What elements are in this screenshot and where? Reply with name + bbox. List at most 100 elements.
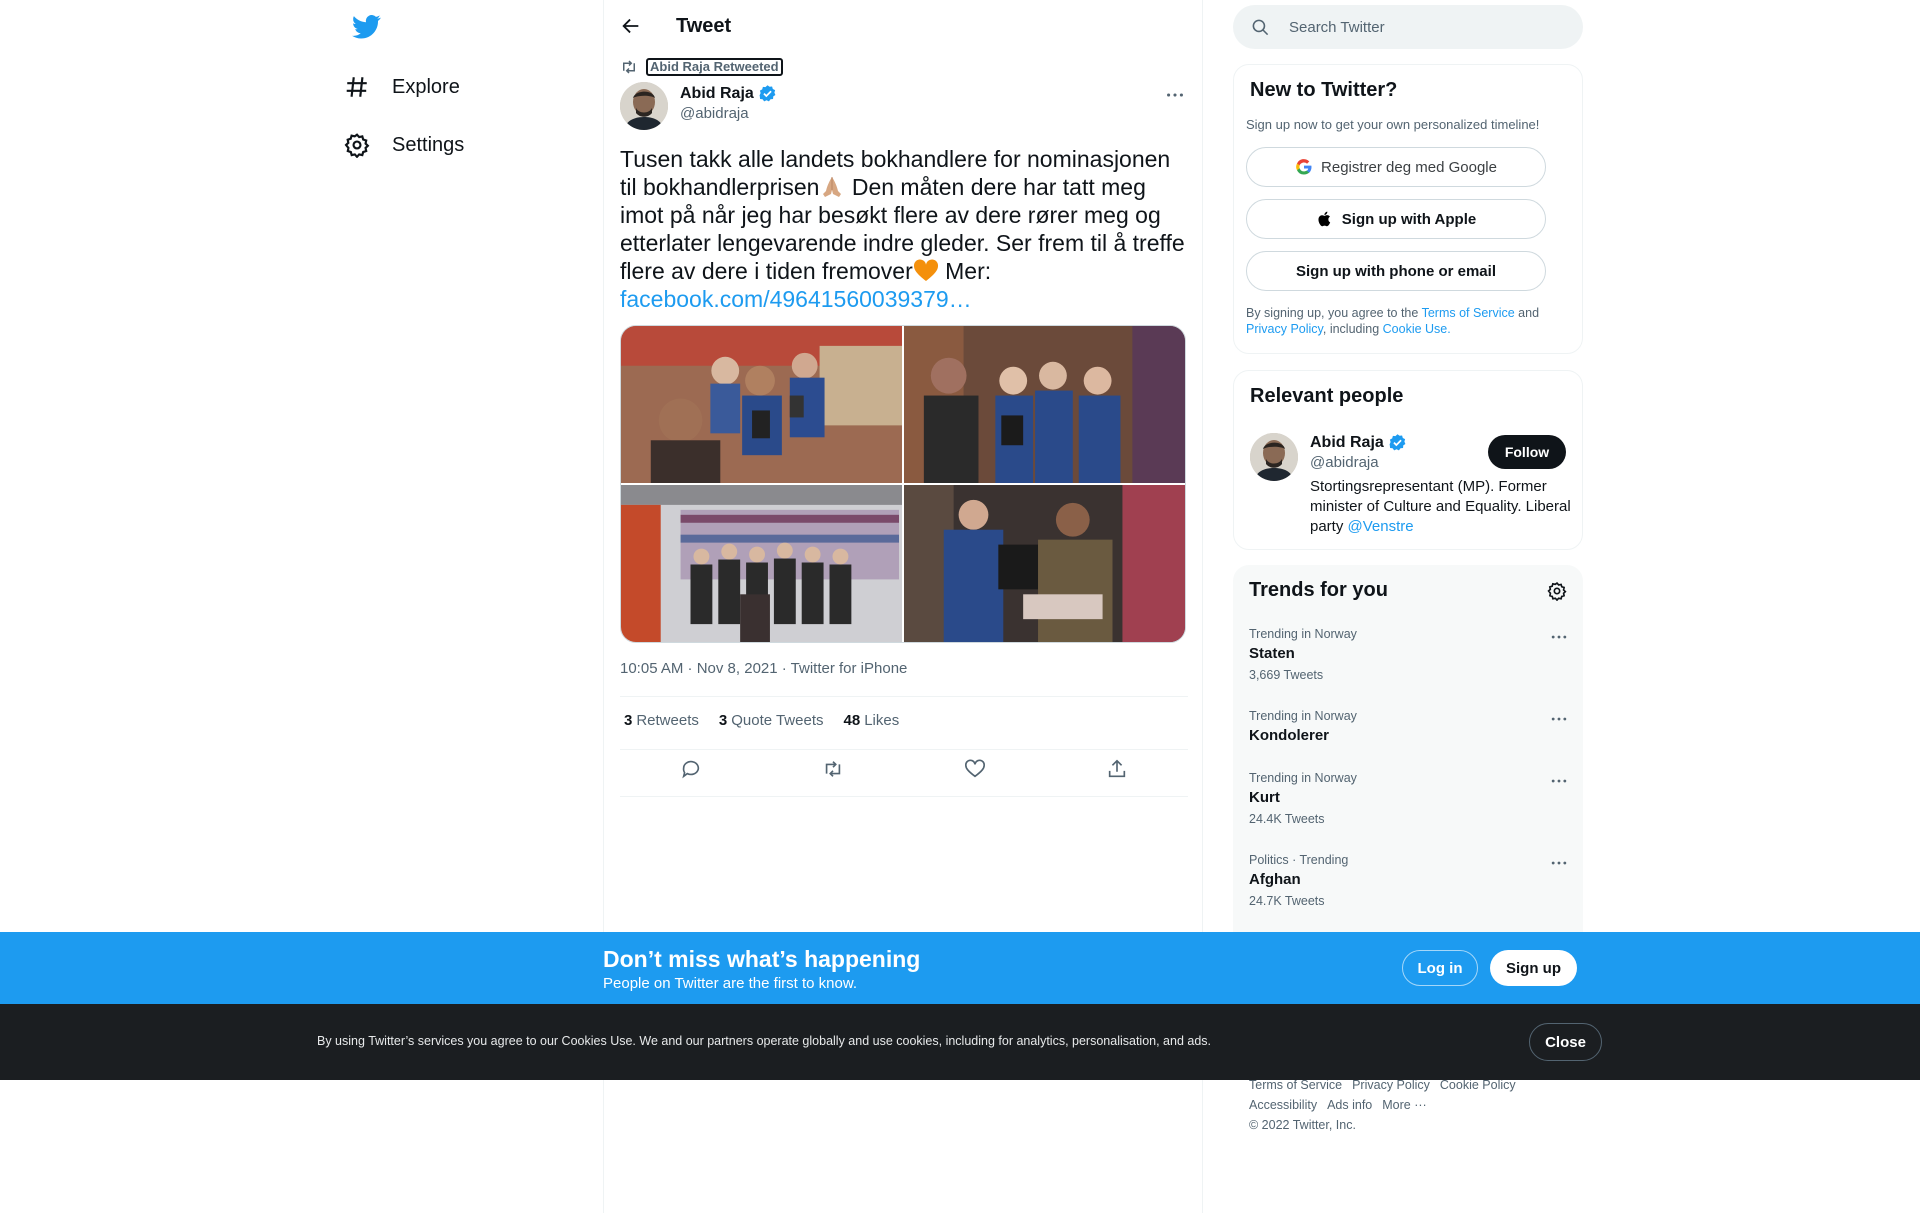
trend-item[interactable]: Politics · Trending Afghan 24.7K Tweets [1249,853,1569,908]
search-box[interactable] [1233,5,1583,49]
retweeted-by-link[interactable]: Abid Raja Retweeted [646,58,783,76]
trend-name: Kurt [1249,789,1280,806]
retweets-stat[interactable]: 3 Retweets [624,712,699,729]
login-button[interactable]: Log in [1402,950,1478,986]
trend-name: Kondolerer [1249,727,1330,744]
tweet-text-part: Mer: [938,258,992,284]
more-options-icon[interactable] [1549,709,1569,729]
divider [620,749,1188,750]
nav-explore-label: Explore [392,75,460,98]
footer-ads-link[interactable]: Ads info [1327,1098,1372,1112]
share-icon[interactable] [1106,758,1128,780]
trend-item[interactable]: Trending in Norway Kondolerer [1249,709,1569,744]
verified-badge-icon [1389,434,1406,451]
like-heart-icon[interactable] [964,758,986,780]
tweet-photo-2[interactable] [904,326,1185,483]
trend-count: 24.7K Tweets [1249,894,1325,908]
nav-explore[interactable]: Explore [344,62,460,112]
tweet-photo-3[interactable] [621,485,902,642]
page-title: Tweet [676,15,732,37]
footer-privacy-link[interactable]: Privacy Policy [1352,1078,1430,1092]
avatar[interactable] [1250,433,1298,481]
avatar[interactable] [620,82,668,130]
likes-label: Likes [864,712,900,729]
signup-google-label: Registrer deg med Google [1321,158,1497,176]
signup-title: New to Twitter? [1250,79,1398,101]
more-options-icon[interactable] [1549,771,1569,791]
terms-text: By signing up, you agree to the [1246,306,1422,320]
cookie-bar: By using Twitter’s services you agree to… [0,1004,1920,1080]
follow-button[interactable]: Follow [1488,435,1566,469]
signup-apple-button[interactable]: Sign up with Apple [1246,199,1546,239]
retweets-count: 3 [624,712,633,729]
search-icon [1252,19,1269,35]
quotes-label: Quote Tweets [731,712,824,729]
gear-icon[interactable] [1547,581,1567,601]
divider [620,696,1188,697]
more-options-icon[interactable] [1164,84,1186,106]
trend-count: 3,669 Tweets [1249,668,1324,682]
retweets-label: Retweets [636,712,699,729]
footer-accessibility-link[interactable]: Accessibility [1249,1098,1317,1112]
retweet-icon [623,60,635,74]
privacy-policy-link[interactable]: Privacy Policy [1246,322,1323,336]
signup-apple-label: Sign up with Apple [1341,210,1477,228]
trend-meta: Politics · Trending [1249,853,1349,867]
signup-phone-button[interactable]: Sign up with phone or email [1246,251,1546,291]
trend-count: 24.4K Tweets [1249,812,1325,826]
tweet-text: Tusen takk alle landets bokhandlere for … [620,145,1192,313]
tweet-timestamp[interactable]: 10:05 AM · Nov 8, 2021 · Twitter for iPh… [620,660,907,677]
apple-logo-icon [1318,211,1330,227]
likes-count: 48 [843,712,861,729]
google-logo-icon [1296,159,1312,175]
search-input[interactable] [1289,18,1559,36]
banner-title: Don’t miss what’s happening [603,946,921,972]
cookie-use-link[interactable]: Cookie Use. [1383,322,1451,336]
cookie-text: By using Twitter’s services you agree to… [317,1034,1212,1048]
reply-icon[interactable] [680,758,702,780]
trend-name: Afghan [1249,871,1301,888]
terms-text: , including [1322,322,1383,336]
banner-subtitle: People on Twitter are the first to know. [603,975,858,992]
tweet-media-grid [620,325,1186,643]
person-bio: Stortingsrepresentant (MP). Former minis… [1310,477,1572,537]
retweet-icon[interactable] [822,758,844,780]
more-options-icon[interactable] [1549,853,1569,873]
hashtag-icon [346,77,367,97]
trend-meta: Trending in Norway [1249,627,1357,641]
tweet-photo-4[interactable] [904,485,1185,642]
signup-button[interactable]: Sign up [1490,950,1577,986]
close-button[interactable]: Close [1529,1023,1602,1061]
quote-tweets-stat[interactable]: 3 Quote Tweets [719,712,824,729]
person-name-text: Abid Raja [1310,433,1384,451]
trend-item[interactable]: Trending in Norway Staten 3,669 Tweets [1249,627,1569,682]
likes-stat[interactable]: 48 Likes [844,712,900,729]
tweet-photo-1[interactable] [621,326,902,483]
tweet-link[interactable]: facebook.com/49641560039379… [620,286,972,312]
person-name[interactable]: Abid Raja [1310,433,1407,452]
trend-item[interactable]: Trending in Norway Kurt 24.4K Tweets [1249,771,1569,826]
footer-tos-link[interactable]: Terms of Service [1249,1078,1342,1092]
more-options-icon[interactable] [1549,627,1569,647]
main-header: Tweet [604,0,1204,53]
signup-google-button[interactable]: Registrer deg med Google [1246,147,1546,187]
terms-text: and [1514,306,1540,320]
folded-hands-emoji-icon [823,177,842,197]
twitter-bird-icon[interactable] [351,12,381,42]
terms-of-service-link[interactable]: Terms of Service [1422,306,1515,320]
signup-phone-label: Sign up with phone or email [1295,262,1496,280]
person-handle[interactable]: @abidraja [1310,454,1379,471]
arrow-left-icon[interactable] [620,15,642,37]
footer-cookie-link[interactable]: Cookie Policy [1440,1078,1516,1092]
quotes-count: 3 [718,712,728,729]
trend-name: Staten [1249,645,1295,662]
retweet-context: Abid Raja Retweeted [620,58,783,76]
footer-copyright: © 2022 Twitter, Inc. [1249,1118,1356,1132]
trends-title: Trends for you [1249,579,1388,601]
footer-more-link[interactable]: More ··· [1382,1098,1426,1112]
verified-badge-icon [759,85,776,102]
nav-settings[interactable]: Settings [344,120,464,170]
author-name[interactable]: Abid Raja [680,84,777,103]
venstre-mention-link[interactable]: @Venstre [1348,518,1414,535]
author-handle[interactable]: @abidraja [680,105,749,122]
